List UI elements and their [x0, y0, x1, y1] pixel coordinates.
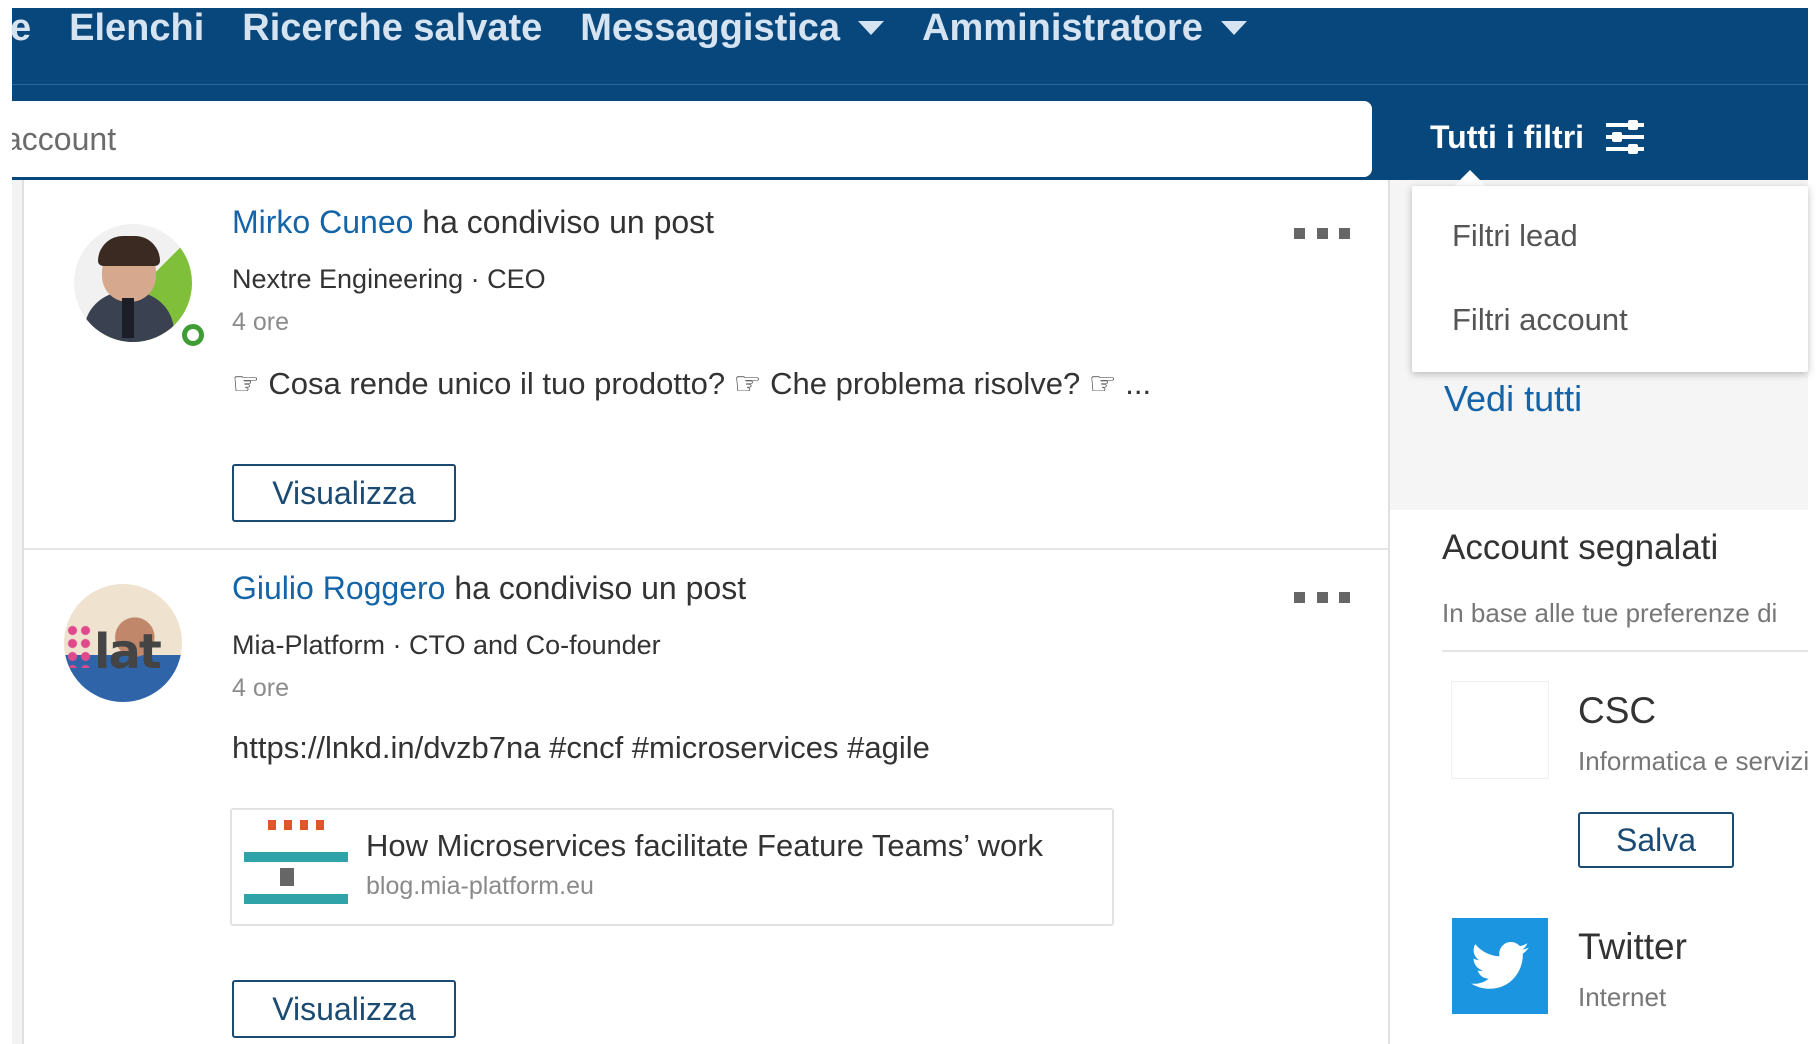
filters-dropdown: Filtri lead Filtri account [1412, 186, 1808, 372]
more-options-icon[interactable] [1294, 592, 1350, 604]
avatar[interactable] [74, 224, 192, 342]
online-status-icon [178, 320, 208, 350]
post-timestamp: 4 ore [232, 674, 289, 702]
avatar-logo-mark: lat [94, 624, 162, 680]
link-thumbnail [244, 818, 348, 918]
nav-item-admin-label: Amministratore [922, 6, 1203, 49]
suggested-accounts-subtitle: In base alle tue preferenze di [1442, 598, 1778, 628]
nav-item-messaging[interactable]: Messaggistica [580, 6, 885, 50]
company-name[interactable]: Twitter [1578, 926, 1687, 968]
post-title: Mirko Cuneo ha condiviso un post [232, 204, 714, 241]
top-nav-bar: e Elenchi Ricerche salvate Messaggistica… [10, 6, 1808, 84]
post-action-text: ha condiviso un post [445, 570, 747, 606]
company-logo[interactable] [1452, 682, 1548, 778]
feed-post: Mirko Cuneo ha condiviso un post Nextre … [24, 180, 1388, 550]
nav-item-truncated[interactable]: e [10, 7, 31, 50]
suggested-accounts-title: Account segnalati [1442, 528, 1719, 567]
avatar-tie [122, 298, 134, 338]
all-filters-label: Tutti i filtri [1430, 118, 1585, 155]
author-headline: Mia-Platform · CTO and Co-founder [232, 630, 661, 660]
post-title: Giulio Roggero ha condiviso un post [232, 570, 746, 607]
nav-item-saved-searches[interactable]: Ricerche salvate [242, 7, 542, 50]
feed-post: lat Giulio Roggero ha condiviso un post … [24, 552, 1388, 1044]
filter-sliders-icon [1606, 119, 1645, 155]
chevron-down-icon [858, 21, 885, 35]
company-name[interactable]: CSC [1578, 690, 1656, 732]
link-preview-card[interactable]: How Microservices facilitate Feature Tea… [230, 808, 1114, 926]
view-button[interactable]: Visualizza [232, 980, 456, 1038]
menu-item-lead-filters[interactable]: Filtri lead [1452, 218, 1578, 254]
avatar-hair [98, 236, 160, 266]
nav-item-messaging-label: Messaggistica [580, 6, 841, 49]
company-logo[interactable] [1452, 918, 1548, 1014]
nav-item-lists[interactable]: Elenchi [69, 7, 204, 50]
chevron-down-icon [1220, 21, 1247, 35]
avatar-logo-dots [66, 624, 92, 668]
author-headline: Nextre Engineering · CEO [232, 264, 546, 294]
feed: Mirko Cuneo ha condiviso un post Nextre … [22, 180, 1390, 1044]
post-action-text: ha condiviso un post [413, 204, 715, 240]
author-name-link[interactable]: Mirko Cuneo [232, 204, 413, 240]
view-button[interactable]: Visualizza [232, 464, 456, 522]
divider [1442, 650, 1808, 652]
more-options-icon[interactable] [1294, 228, 1350, 240]
all-filters-button[interactable]: Tutti i filtri [1430, 111, 1645, 163]
link-domain: blog.mia-platform.eu [366, 872, 594, 900]
link-title: How Microservices facilitate Feature Tea… [366, 828, 1044, 863]
author-name-link[interactable]: Giulio Roggero [232, 570, 445, 606]
twitter-bird-icon [1471, 942, 1529, 989]
nav-item-admin[interactable]: Amministratore [922, 7, 1247, 50]
search-input[interactable] [12, 101, 1372, 177]
menu-item-account-filters[interactable]: Filtri account [1452, 302, 1628, 338]
post-timestamp: 4 ore [232, 308, 289, 336]
page-edge [12, 180, 22, 1044]
company-industry: Internet [1578, 982, 1667, 1012]
company-industry: Informatica e servizi [1578, 746, 1808, 776]
see-all-link[interactable]: Vedi tutti [1444, 378, 1582, 420]
search-input-wrapper [12, 101, 1372, 177]
search-bar: Tutti i filtri [12, 84, 1808, 180]
avatar[interactable]: lat [64, 584, 182, 702]
post-text: ☞ Cosa rende unico il tuo prodotto? ☞ Ch… [232, 366, 1152, 401]
nav-menu: e Elenchi Ricerche salvate Messaggistica… [10, 6, 1285, 84]
post-text: https://lnkd.in/dvzb7na #cncf #microserv… [232, 730, 930, 765]
save-button[interactable]: Salva [1578, 812, 1734, 868]
